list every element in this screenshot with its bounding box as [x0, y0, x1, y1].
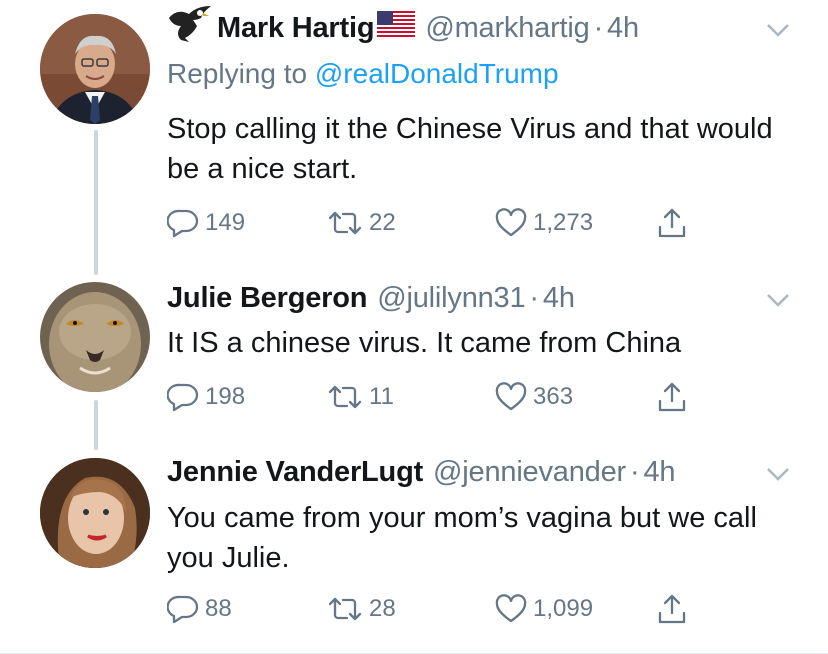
separator-dot: · [629, 455, 640, 488]
avatar[interactable] [40, 14, 150, 124]
reply-icon [167, 382, 199, 412]
tweet-header: Jennie VanderLugt @jennievander · 4h [167, 452, 675, 492]
like-icon [495, 208, 527, 238]
timestamp[interactable]: 4h [607, 12, 639, 45]
tweet-header: Mark Hartig @markhartig · 4h [167, 6, 639, 48]
share-icon [657, 381, 687, 413]
retweet-count: 11 [369, 383, 394, 410]
avatar[interactable] [40, 458, 150, 568]
retweet-button[interactable]: 28 [327, 593, 396, 625]
author-handle[interactable]: @markhartig [425, 12, 589, 45]
like-button[interactable]: 1,273 [495, 207, 593, 239]
timestamp[interactable]: 4h [543, 282, 575, 315]
like-count: 1,273 [533, 209, 594, 236]
author-name[interactable]: Mark Hartig [217, 12, 375, 45]
reply-button[interactable]: 198 [167, 381, 245, 413]
tweet-text: It IS a chinese virus. It came from Chin… [167, 327, 682, 359]
tweet-actions: 149 22 1,273 [167, 207, 707, 239]
replying-prefix: Replying to [167, 58, 308, 89]
like-count: 1,099 [533, 595, 594, 622]
retweet-icon [327, 383, 363, 411]
share-icon [657, 593, 687, 625]
tweet-actions: 198 11 363 [167, 381, 707, 413]
us-flag-icon [377, 11, 416, 45]
retweet-count: 22 [369, 209, 396, 236]
reply-count: 149 [205, 209, 246, 236]
tweet-text: You came from your mom’s vagina but we c… [167, 502, 757, 574]
chevron-down-icon[interactable] [764, 20, 792, 40]
like-button[interactable]: 1,099 [495, 593, 593, 625]
mention-link[interactable]: @realDonaldTrump [315, 58, 559, 89]
share-button[interactable] [657, 381, 687, 413]
like-button[interactable]: 363 [495, 381, 573, 413]
chevron-down-icon[interactable] [764, 290, 792, 310]
reply-count: 198 [205, 383, 246, 410]
eagle-icon [167, 4, 213, 52]
retweet-icon [327, 595, 363, 623]
like-count: 363 [533, 383, 574, 410]
retweet-count: 28 [369, 595, 396, 622]
share-button[interactable] [657, 593, 687, 625]
share-button[interactable] [657, 207, 687, 239]
author-handle[interactable]: @jennievander [433, 456, 626, 489]
avatar[interactable] [40, 282, 150, 392]
tweet[interactable]: Jennie VanderLugt @jennievander · 4h You… [0, 442, 828, 654]
reply-icon [167, 594, 199, 624]
retweet-icon [327, 209, 363, 237]
tweet[interactable]: Mark Hartig @markhartig · 4h Replying to… [0, 0, 828, 270]
reply-button[interactable]: 88 [167, 593, 232, 625]
separator-dot: · [593, 11, 604, 44]
chevron-down-icon[interactable] [764, 464, 792, 484]
replying-to: Replying to @realDonaldTrump [167, 58, 559, 90]
timestamp[interactable]: 4h [643, 456, 675, 489]
retweet-button[interactable]: 22 [327, 207, 396, 239]
separator-dot: · [529, 281, 539, 314]
reply-button[interactable]: 149 [167, 207, 245, 239]
author-name[interactable]: Julie Bergeron [167, 282, 367, 315]
share-icon [657, 207, 687, 239]
like-icon [495, 382, 527, 412]
like-icon [495, 594, 527, 624]
reply-icon [167, 208, 199, 238]
retweet-button[interactable]: 11 [327, 381, 394, 413]
reply-count: 88 [205, 595, 232, 622]
tweet-text: Stop calling it the Chinese Virus and th… [167, 113, 773, 185]
tweet-header: Julie Bergeron @julilynn31 · 4h [167, 278, 575, 318]
tweet-actions: 88 28 1,099 [167, 593, 707, 625]
author-handle[interactable]: @julilynn31 [377, 282, 525, 315]
tweet[interactable]: Julie Bergeron @julilynn31 · 4h It IS a … [0, 270, 828, 442]
author-name[interactable]: Jennie VanderLugt [167, 456, 423, 489]
